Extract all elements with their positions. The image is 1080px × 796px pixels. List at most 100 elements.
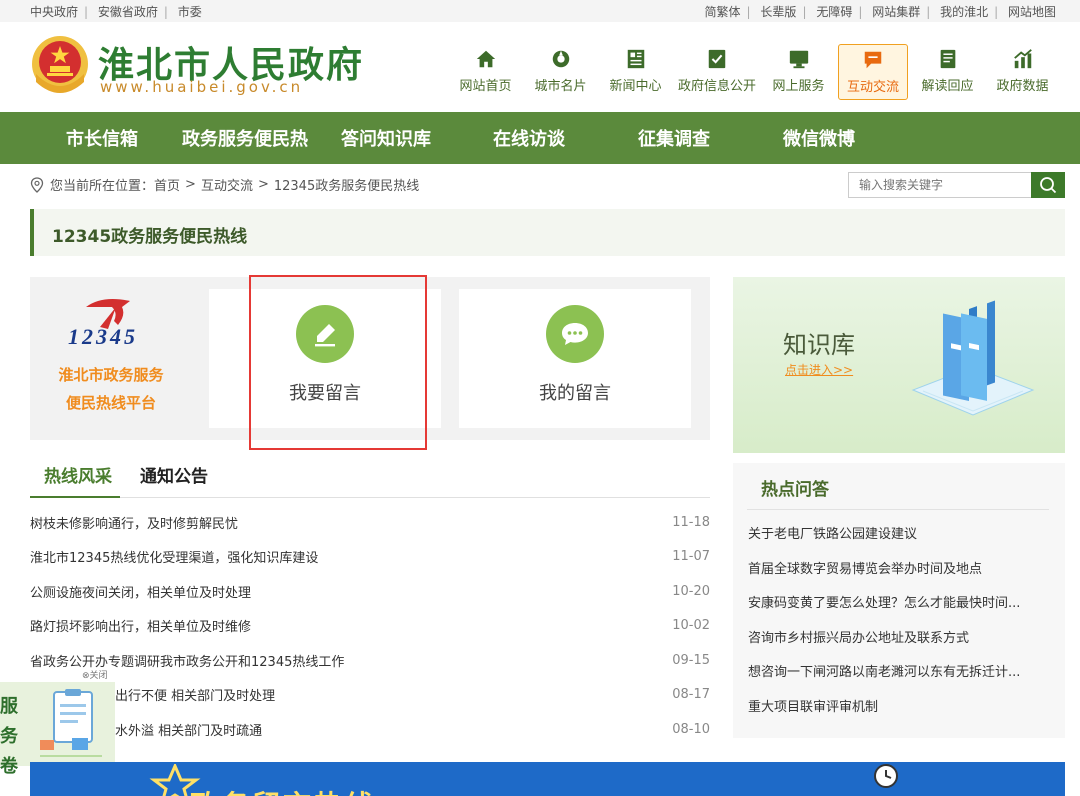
nav-interpretation[interactable]: 解读回应 [910,44,985,100]
site-domain: www.huaibei.gov.cn [100,78,304,96]
main-nav-wechat-weibo[interactable]: 微信微博 [783,125,855,151]
list-item[interactable]: 关于老电厂铁路公园建设建议 [748,523,1048,558]
tab-hotline-highlights[interactable]: 热线风采 [44,462,112,487]
main-nav-online-interview[interactable]: 在线访谈 [493,125,565,151]
my-messages-icon-circle [546,305,604,363]
nav-interaction-label: 互动交流 [846,80,899,95]
knowledge-base-panel[interactable]: 知识库 点击进入>> [733,277,1065,453]
list-item[interactable]: 淮北市12345热线优化受理渠道，强化知识库建设 11-07 [30,540,710,575]
news-date: 10-20 [672,583,710,599]
news-date: 10-02 [672,618,710,634]
search-button[interactable] [1031,172,1065,198]
news-title[interactable]: 淮北市12345热线优化受理渠道，强化知识库建设 [30,547,318,566]
top-left-links: 中央政府 | 安徽省政府 | 市委 [30,4,202,19]
clipboard-illustration-icon [40,689,102,757]
nav-info-disclosure-label: 政府信息公开 [677,79,756,94]
search-input[interactable] [848,172,1031,198]
nav-interpretation-label: 解读回应 [921,79,974,94]
hot-qa-panel: 热点问答 关于老电厂铁路公园建设建议 首届全球数字贸易博览会举办时间及地点 安康… [733,463,1065,738]
list-item[interactable]: 公厕设施夜间关闭，相关单位及时处理 10-20 [30,574,710,609]
list-item[interactable]: 安康码变黄了要怎么处理？怎么才能最快时间... [748,592,1048,627]
search-icon [1040,177,1057,194]
breadcrumb-sep: > [185,177,196,192]
book-icon [940,49,955,69]
link-my-huaibei[interactable]: 我的淮北 [940,5,988,19]
clock-icon [874,764,898,788]
main-nav-bar: 市长信箱 政务服务便民热 答问知识库 在线访谈 征集调查 微信微博 [0,112,1080,164]
nav-city-card[interactable]: 城市名片 [523,44,598,100]
news-date: 11-07 [672,549,710,565]
list-item[interactable]: 水外溢 相关部门及时疏通 08-10 [30,712,710,747]
hotline-logo-number: 12345 [68,324,138,349]
news-date: 09-15 [672,652,710,668]
section-header: 12345政务服务便民热线 [30,209,1065,256]
knowledge-base-enter-link[interactable]: 点击进入>> [785,361,853,378]
nav-online-service-label: 网上服务 [772,79,825,94]
knowledge-base-title: 知识库 [783,331,855,359]
section-title: 12345政务服务便民热线 [52,227,248,247]
news-icon [627,49,644,69]
link-central-gov[interactable]: 中央政府 [30,5,78,19]
nav-gov-data-label: 政府数据 [996,79,1049,94]
city-card-icon [552,50,569,68]
quick-nav: 网站首页 城市名片 新闻中心 政府信息公开 网上服务 互动交流 解读回应 政府数… [448,44,1060,100]
link-sitemap[interactable]: 网站地图 [1008,5,1056,19]
search-box [848,172,1065,198]
list-item[interactable]: 重大项目联审评审机制 [748,696,1048,731]
nav-online-service[interactable]: 网上服务 [761,44,836,100]
news-title[interactable]: 路灯损坏影响出行，相关单位及时维修 [30,616,251,635]
news-title[interactable]: 树枝未修影响通行，及时修剪解民忧 [30,513,238,532]
list-item[interactable]: 树枝未修影响通行，及时修剪解民忧 11-18 [30,505,710,540]
tab-notices[interactable]: 通知公告 [140,462,208,487]
list-item[interactable]: 首届全球数字贸易博览会举办时间及地点 [748,558,1048,593]
data-chart-icon [1013,49,1032,69]
float-close-button[interactable]: ⊗关闭 [82,668,108,681]
news-title[interactable]: 公厕设施夜间关闭，相关单位及时处理 [30,582,251,601]
breadcrumb-home[interactable]: 首页 [154,175,180,194]
breadcrumb-interaction[interactable]: 互动交流 [201,175,253,194]
list-item[interactable]: 咨询市乡村振兴局办公地址及联系方式 [748,627,1048,662]
my-messages-label: 我的留言 [539,383,611,404]
my-messages-card[interactable]: 我的留言 [459,289,691,428]
link-site-cluster[interactable]: 网站集群 [872,5,920,19]
main-nav-mayor-mailbox[interactable]: 市长信箱 [66,125,138,151]
nav-home[interactable]: 网站首页 [448,44,523,100]
breadcrumb-sep: > [257,177,269,192]
breadcrumb-current[interactable]: 12345政务服务便民热线 [274,175,419,194]
bottom-banner[interactable]: 政务留言热线 [30,762,1065,796]
info-disclosure-icon [708,49,726,69]
site-header: 淮北市人民政府 www.huaibei.gov.cn 网站首页 城市名片 新闻中… [0,22,1080,112]
list-item[interactable]: 省政务公开办专题调研我市政务公开和12345热线工作 09-15 [30,643,710,678]
news-date: 11-18 [672,514,710,530]
nav-info-disclosure[interactable]: 政府信息公开 [673,44,761,100]
link-anhui-gov[interactable]: 安徽省政府 [98,5,158,19]
news-title[interactable]: 省政务公开办专题调研我市政务公开和12345热线工作 [30,651,344,670]
platform-line-1: 淮北市政务服务 [58,366,164,384]
list-item[interactable]: 出行不便 相关部门及时处理 08-17 [30,678,710,713]
float-text-line-2: 卷 [0,756,18,777]
link-elder-version[interactable]: 长辈版 [760,5,796,19]
breadcrumb-prefix: 您当前所在位置： [50,179,155,194]
main-nav-knowledge-base[interactable]: 答问知识库 [341,125,431,151]
nav-news-label: 新闻中心 [609,79,662,94]
nav-home-label: 网站首页 [459,79,512,94]
list-item[interactable]: 路灯损坏影响出行，相关单位及时维修 10-02 [30,609,710,644]
nav-interaction[interactable]: 互动交流 [838,44,908,100]
nav-gov-data[interactable]: 政府数据 [985,44,1060,100]
link-simplified-traditional[interactable]: 简繁体 [705,5,741,19]
float-text-line-1: 服务 [0,696,18,747]
home-icon [476,50,495,68]
link-city-committee[interactable]: 市委 [178,5,202,19]
floating-survey-widget[interactable]: 服务 卷 [0,682,115,777]
highlight-box [249,275,427,450]
top-link-bar: 中央政府 | 安徽省政府 | 市委 简繁体 | 长辈版 | 无障碍 | 网站集群 | 我的淮… [0,0,1080,22]
main-nav-survey[interactable]: 征集调查 [638,125,710,151]
news-date: 08-17 [672,687,710,703]
list-item[interactable]: 想咨询一下闸河路以南老濉河以东有无拆迁计... [748,661,1048,696]
hotline-logo: 12345 淮北市政务服务 便民热线平台 [30,277,193,440]
news-list: 树枝未修影响通行，及时修剪解民忧 11-18 淮北市12345热线优化受理渠道，强… [30,505,710,747]
news-tabs: 热线风采 通知公告 [30,452,710,498]
nav-news[interactable]: 新闻中心 [598,44,673,100]
main-nav-hotline[interactable]: 政务服务便民热 [182,125,308,151]
link-accessibility[interactable]: 无障碍 [816,5,852,19]
